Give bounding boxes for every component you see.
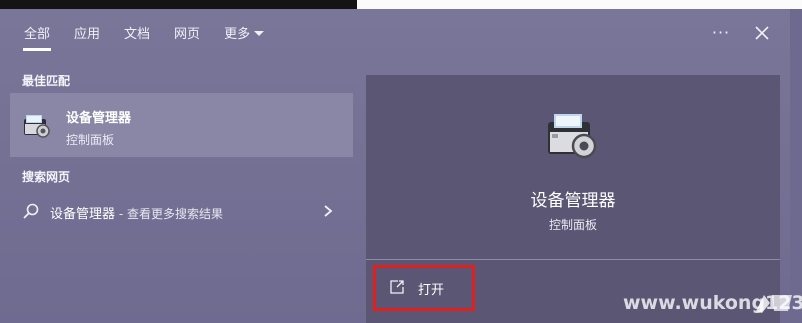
- tab-apps[interactable]: 应用: [62, 19, 112, 51]
- best-match-result[interactable]: 设备管理器 控制面板: [10, 93, 353, 157]
- best-match-subtitle: 控制面板: [66, 133, 115, 147]
- tab-more-label: 更多: [224, 27, 251, 42]
- preview-title: 设备管理器: [530, 191, 616, 211]
- open-icon: [390, 280, 404, 294]
- tab-all[interactable]: 全部: [12, 19, 62, 51]
- tab-more[interactable]: 更多: [212, 19, 276, 51]
- tab-documents[interactable]: 文档: [112, 19, 162, 51]
- preview-pane: 设备管理器 控制面板 打开: [366, 75, 780, 323]
- tab-web-label: 网页: [174, 27, 201, 42]
- device-manager-icon: [548, 114, 597, 159]
- open-button[interactable]: 打开: [373, 265, 475, 311]
- preview-subtitle: 控制面板: [548, 218, 597, 232]
- filter-tabs: 全部 应用 文档 网页 更多: [0, 19, 276, 51]
- search-panel: 全部 应用 文档 网页 更多 ··· 最佳匹配 设备管理器 控制面板 搜索网页 …: [0, 9, 790, 323]
- tab-documents-label: 文档: [124, 27, 151, 42]
- best-match-heading: 最佳匹配: [22, 74, 71, 88]
- web-search-heading: 搜索网页: [22, 170, 71, 184]
- tab-all-label: 全部: [24, 27, 51, 42]
- web-search-query: 设备管理器: [50, 207, 116, 222]
- open-button-label: 打开: [418, 283, 445, 298]
- search-icon: [23, 203, 39, 219]
- chevron-down-icon: [254, 31, 265, 36]
- tab-apps-label: 应用: [74, 27, 101, 42]
- background-window-edge: [0, 0, 357, 9]
- best-match-title: 设备管理器: [66, 111, 132, 126]
- close-icon[interactable]: [752, 23, 772, 43]
- tab-web[interactable]: 网页: [162, 19, 212, 51]
- chevron-right-icon[interactable]: [323, 205, 333, 217]
- watermark-logo: [756, 295, 792, 313]
- preview-divider: [366, 259, 780, 260]
- more-options-icon[interactable]: ···: [711, 23, 731, 43]
- web-search-suffix: - 查看更多搜索结果: [115, 207, 223, 221]
- background-document: [357, 0, 802, 9]
- device-manager-icon: [24, 115, 50, 138]
- web-search-text: 设备管理器 - 查看更多搜索结果: [50, 203, 223, 222]
- web-search-result[interactable]: 设备管理器 - 查看更多搜索结果: [10, 194, 353, 228]
